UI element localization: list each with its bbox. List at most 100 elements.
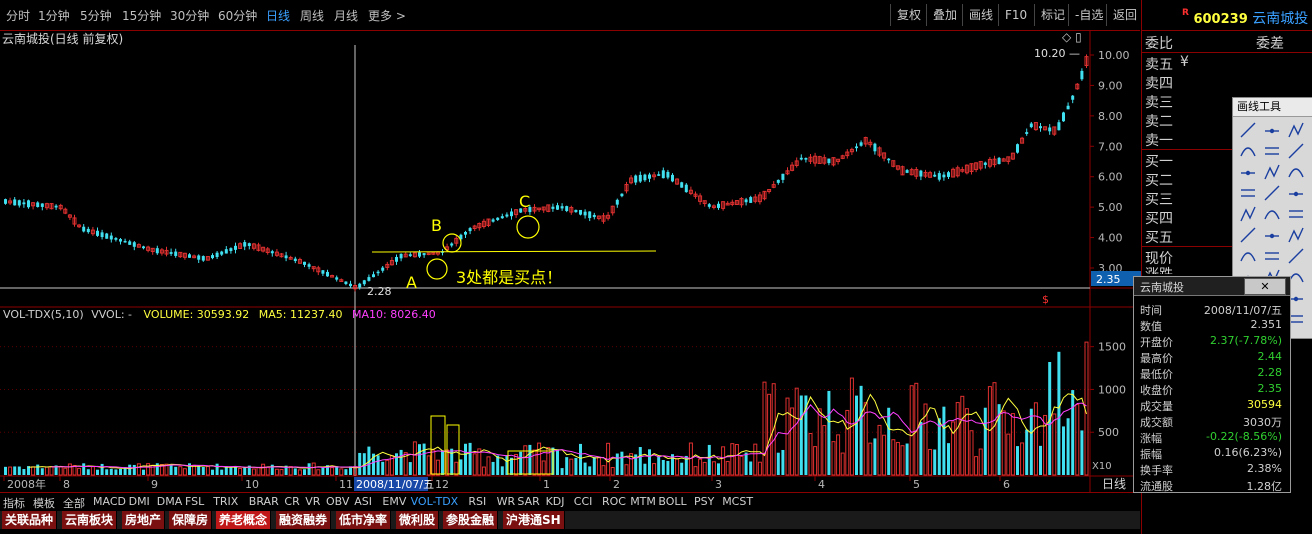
close-icon[interactable]: ✕ <box>1244 278 1286 295</box>
draw-tool-icon[interactable] <box>1289 210 1303 218</box>
draw-tool-icon[interactable] <box>1288 143 1304 159</box>
indicator-tab-cci[interactable]: CCI <box>574 495 593 508</box>
volume-bar <box>119 468 122 475</box>
draw-tool-icon[interactable] <box>1265 233 1279 239</box>
sector-tab-8[interactable]: 微利股 <box>396 511 440 529</box>
candle-body <box>4 199 7 204</box>
volume-bar <box>790 407 795 476</box>
sector-tab-9[interactable]: 参股金融 <box>443 511 499 529</box>
draw-tool-icon[interactable] <box>1241 189 1255 197</box>
draw-tool-icon[interactable] <box>1240 206 1256 222</box>
period-tab-weekly[interactable]: 周线 <box>300 7 324 24</box>
draw-tool-icon[interactable] <box>1240 122 1256 138</box>
sector-tab-2[interactable]: 云南板块 <box>62 511 118 529</box>
indicator-tab-fsl[interactable]: FSL <box>185 495 204 508</box>
diamond-icon[interactable]: ◇ <box>1062 30 1071 44</box>
candle-body <box>408 254 412 257</box>
f10-button[interactable]: F10 <box>998 4 1033 26</box>
candle-body <box>326 271 329 277</box>
indicator-tab-指标[interactable]: 指标 <box>3 495 25 511</box>
draw-tool-icon[interactable] <box>1289 296 1303 302</box>
period-tab-daily[interactable]: 日线 <box>266 7 290 24</box>
sector-tab-1[interactable]: 关联品种 <box>2 511 58 529</box>
period-tab-monthly[interactable]: 月线 <box>334 7 358 24</box>
indicator-tab-macd[interactable]: MACD <box>93 495 126 508</box>
volume-bar <box>435 459 440 476</box>
indicator-tab-cr[interactable]: CR <box>284 495 299 508</box>
volume-bar <box>279 469 284 476</box>
draw-tool-icon[interactable] <box>1289 191 1303 197</box>
bar-info-popup[interactable]: 云南城投 ✕ 时间 2008/11/07/五 数值 2.351 开盘价 2.37(-7.7… <box>1133 276 1291 493</box>
indicator-tab-dmi[interactable]: DMI <box>129 495 150 508</box>
candle-body <box>648 174 651 179</box>
watchlist-button[interactable]: -自选 <box>1068 4 1109 26</box>
period-tab-30min[interactable]: 30分钟 <box>170 7 209 24</box>
volume-bar <box>583 462 587 475</box>
period-tab-1min[interactable]: 1分钟 <box>38 7 70 24</box>
period-tab-15min[interactable]: 15分钟 <box>122 7 161 24</box>
volume-bar <box>725 461 730 476</box>
draw-tool-icon[interactable] <box>1289 315 1303 323</box>
sector-tab-6[interactable]: 融资融券 <box>276 511 332 529</box>
sector-tab-4[interactable]: 保障房 <box>169 511 213 529</box>
chart-corner-icons[interactable]: ◇ ▯ <box>1062 30 1082 44</box>
draw-tool-icon[interactable] <box>1265 147 1279 155</box>
volume-bar <box>201 467 205 475</box>
period-tab-60min[interactable]: 60分钟 <box>218 7 257 24</box>
indicator-tab-vol-tdx[interactable]: VOL-TDX <box>411 495 459 508</box>
sector-tab-10[interactable]: 沪港通SH <box>503 511 565 529</box>
draw-tool-icon[interactable] <box>1265 128 1279 134</box>
indicator-tab-roc[interactable]: ROC <box>602 495 626 508</box>
period-tab-fenshi[interactable]: 分时 <box>6 7 30 24</box>
draw-tool-icon[interactable] <box>1264 164 1280 180</box>
kline-chart[interactable]: 10.009.008.007.006.005.004.003.002.35150… <box>0 31 1141 492</box>
ma10-value: MA10: 8026.40 <box>351 308 436 321</box>
volume-bar <box>114 469 118 475</box>
draw-tool-icon[interactable] <box>1264 210 1280 220</box>
draw-tool-icon[interactable] <box>1288 122 1304 138</box>
indicator-tab-mcst[interactable]: MCST <box>722 495 753 508</box>
indicator-tab-emv[interactable]: EMV <box>382 495 406 508</box>
indicator-tab-dma[interactable]: DMA <box>157 495 183 508</box>
indicator-tab-psy[interactable]: PSY <box>694 495 714 508</box>
indicator-tab-brar[interactable]: BRAR <box>249 495 279 508</box>
draw-tool-icon[interactable] <box>1241 170 1255 176</box>
draw-tool-icon[interactable] <box>1240 147 1256 157</box>
fuquan-button[interactable]: 复权 <box>890 4 927 26</box>
candle-body <box>464 231 467 235</box>
draw-button[interactable]: 画线 <box>962 4 999 26</box>
indicator-tab-asi[interactable]: ASI <box>354 495 372 508</box>
sector-tab-3[interactable]: 房地产 <box>122 511 166 529</box>
indicator-tab-obv[interactable]: OBV <box>326 495 349 508</box>
indicator-tab-模板[interactable]: 模板 <box>33 495 55 511</box>
indicator-tab-sar[interactable]: SAR <box>517 495 539 508</box>
draw-tool-icon[interactable] <box>1288 273 1304 283</box>
period-tab-5min[interactable]: 5分钟 <box>80 7 112 24</box>
volume-bar <box>693 466 698 476</box>
draw-tool-icon[interactable] <box>1240 227 1256 243</box>
draw-tool-icon[interactable] <box>1240 252 1256 262</box>
window-icon[interactable]: ▯ <box>1075 30 1082 44</box>
candle-body <box>40 203 44 207</box>
indicator-tab-wr[interactable]: WR <box>497 495 516 508</box>
sector-tab-5[interactable]: 养老概念 <box>216 511 272 529</box>
indicator-tab-kdj[interactable]: KDJ <box>546 495 565 508</box>
overlay-button[interactable]: 叠加 <box>926 4 963 26</box>
indicator-tab-trix[interactable]: TRIX <box>213 495 238 508</box>
volume-bar <box>887 407 891 475</box>
indicator-tab-boll[interactable]: BOLL <box>658 495 686 508</box>
sector-tab-7[interactable]: 低市净率 <box>336 511 392 529</box>
draw-tool-icon[interactable] <box>1288 227 1304 243</box>
draw-tool-icon[interactable] <box>1264 185 1280 201</box>
back-button[interactable]: 返回 <box>1106 4 1143 26</box>
draw-tool-icon[interactable] <box>1288 248 1304 264</box>
draw-tool-icon[interactable] <box>1288 168 1304 178</box>
indicator-tab-rsi[interactable]: RSI <box>468 495 486 508</box>
draw-tool-icon[interactable] <box>1265 252 1279 260</box>
indicator-tab-vr[interactable]: VR <box>305 495 320 508</box>
indicator-tab-mtm[interactable]: MTM <box>630 495 656 508</box>
period-tab-more[interactable]: 更多 > <box>368 7 406 24</box>
mark-button[interactable]: 标记 <box>1034 4 1071 26</box>
indicator-tab-全部[interactable]: 全部 <box>63 495 85 511</box>
volume-bar <box>615 453 619 475</box>
